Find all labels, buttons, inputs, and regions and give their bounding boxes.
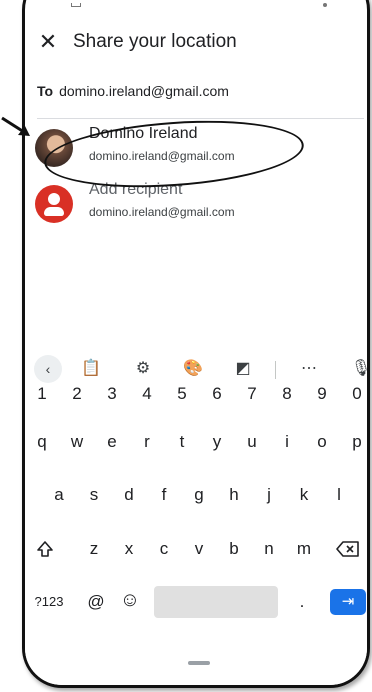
status-bar-indicator bbox=[71, 3, 81, 7]
key-q[interactable]: q bbox=[27, 422, 57, 462]
close-icon[interactable]: ✕ bbox=[35, 29, 61, 55]
key-0[interactable]: 0 bbox=[342, 374, 367, 414]
key-n[interactable]: n bbox=[254, 529, 284, 569]
space-bar[interactable] bbox=[154, 586, 278, 618]
navigation-handle[interactable] bbox=[188, 661, 210, 665]
key-1[interactable]: 1 bbox=[27, 374, 57, 414]
phone-frame: ✕ Share your location To domino.ireland@g… bbox=[22, 0, 370, 688]
to-field[interactable]: To domino.ireland@gmail.com bbox=[37, 83, 229, 99]
key-h[interactable]: h bbox=[219, 475, 249, 515]
on-screen-keyboard: ‹ 📋 ⚙ 🎨 ◩ ⋯ 🎙 1 2 3 4 5 6 7 8 9 0 q w e … bbox=[25, 349, 367, 685]
status-bar-dot bbox=[323, 3, 327, 7]
key-2[interactable]: 2 bbox=[62, 374, 92, 414]
screen: ✕ Share your location To domino.ireland@g… bbox=[25, 0, 367, 685]
key-l[interactable]: l bbox=[324, 475, 354, 515]
key-5[interactable]: 5 bbox=[167, 374, 197, 414]
contact-email: domino.ireland@gmail.com bbox=[89, 205, 235, 219]
key-c[interactable]: c bbox=[149, 529, 179, 569]
backspace-icon[interactable] bbox=[331, 529, 365, 569]
key-period[interactable]: . bbox=[287, 582, 317, 622]
emoji-icon[interactable]: ☺ bbox=[115, 580, 145, 620]
key-8[interactable]: 8 bbox=[272, 374, 302, 414]
contact-name: Domino Ireland bbox=[89, 125, 198, 142]
key-9[interactable]: 9 bbox=[307, 374, 337, 414]
key-4[interactable]: 4 bbox=[132, 374, 162, 414]
contact-suggestion-domino[interactable]: Domino Ireland domino.ireland@gmail.com bbox=[35, 125, 355, 175]
symbols-key[interactable]: ?123 bbox=[29, 582, 69, 622]
key-6[interactable]: 6 bbox=[202, 374, 232, 414]
key-s[interactable]: s bbox=[79, 475, 109, 515]
key-at[interactable]: @ bbox=[81, 582, 111, 622]
key-i[interactable]: i bbox=[272, 422, 302, 462]
enter-key[interactable]: ⇥ bbox=[330, 589, 366, 615]
app-header: ✕ Share your location bbox=[25, 25, 367, 65]
key-p[interactable]: p bbox=[342, 422, 367, 462]
to-value[interactable]: domino.ireland@gmail.com bbox=[59, 83, 229, 99]
key-d[interactable]: d bbox=[114, 475, 144, 515]
key-w[interactable]: w bbox=[62, 422, 92, 462]
divider bbox=[37, 118, 364, 119]
add-recipient-row[interactable]: Add recipient domino.ireland@gmail.com bbox=[35, 181, 355, 231]
key-z[interactable]: z bbox=[79, 529, 109, 569]
key-t[interactable]: t bbox=[167, 422, 197, 462]
person-icon bbox=[35, 185, 73, 223]
contact-email: domino.ireland@gmail.com bbox=[89, 149, 235, 163]
key-m[interactable]: m bbox=[289, 529, 319, 569]
key-a[interactable]: a bbox=[44, 475, 74, 515]
add-recipient-label: Add recipient bbox=[89, 181, 183, 198]
key-u[interactable]: u bbox=[237, 422, 267, 462]
shift-icon[interactable] bbox=[29, 529, 61, 569]
to-label: To bbox=[37, 83, 54, 99]
avatar bbox=[35, 129, 73, 167]
key-r[interactable]: r bbox=[132, 422, 162, 462]
key-o[interactable]: o bbox=[307, 422, 337, 462]
key-g[interactable]: g bbox=[184, 475, 214, 515]
key-x[interactable]: x bbox=[114, 529, 144, 569]
page-title: Share your location bbox=[73, 31, 237, 52]
key-7[interactable]: 7 bbox=[237, 374, 267, 414]
key-k[interactable]: k bbox=[289, 475, 319, 515]
key-e[interactable]: e bbox=[97, 422, 127, 462]
key-j[interactable]: j bbox=[254, 475, 284, 515]
key-3[interactable]: 3 bbox=[97, 374, 127, 414]
key-y[interactable]: y bbox=[202, 422, 232, 462]
annotation-arrow-icon bbox=[1, 116, 30, 136]
key-f[interactable]: f bbox=[149, 475, 179, 515]
key-b[interactable]: b bbox=[219, 529, 249, 569]
key-v[interactable]: v bbox=[184, 529, 214, 569]
